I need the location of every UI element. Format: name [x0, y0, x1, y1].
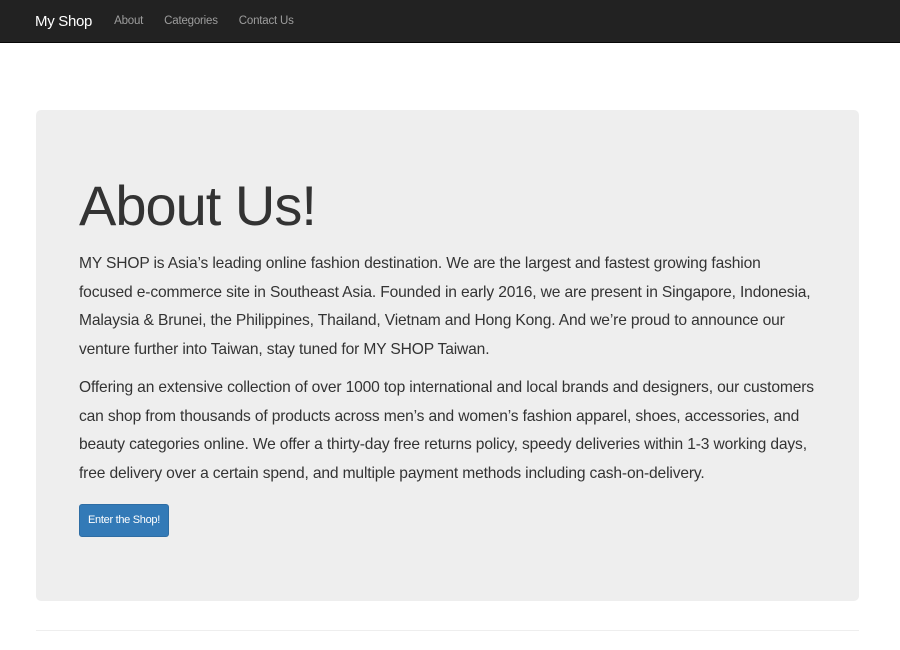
nav-link-about[interactable]: About — [114, 15, 143, 27]
page-title: About Us! — [79, 174, 317, 237]
nav-link-contact-us[interactable]: Contact Us — [239, 15, 294, 27]
about-paragraph-1: MY SHOP is Asia’s leading online fashion… — [79, 255, 811, 358]
footer-divider — [36, 630, 859, 631]
about-paragraph-2: Offering an extensive collection of over… — [79, 379, 814, 482]
top-navbar: My Shop About Categories Contact Us — [0, 0, 900, 43]
nav-link-categories[interactable]: Categories — [164, 15, 218, 27]
enter-shop-button[interactable]: Enter the Shop! — [79, 504, 169, 537]
brand-link[interactable]: My Shop — [35, 13, 92, 30]
nav-links: About Categories Contact Us — [114, 15, 315, 27]
about-jumbotron: About Us! MY SHOP is Asia’s leading onli… — [36, 110, 859, 601]
